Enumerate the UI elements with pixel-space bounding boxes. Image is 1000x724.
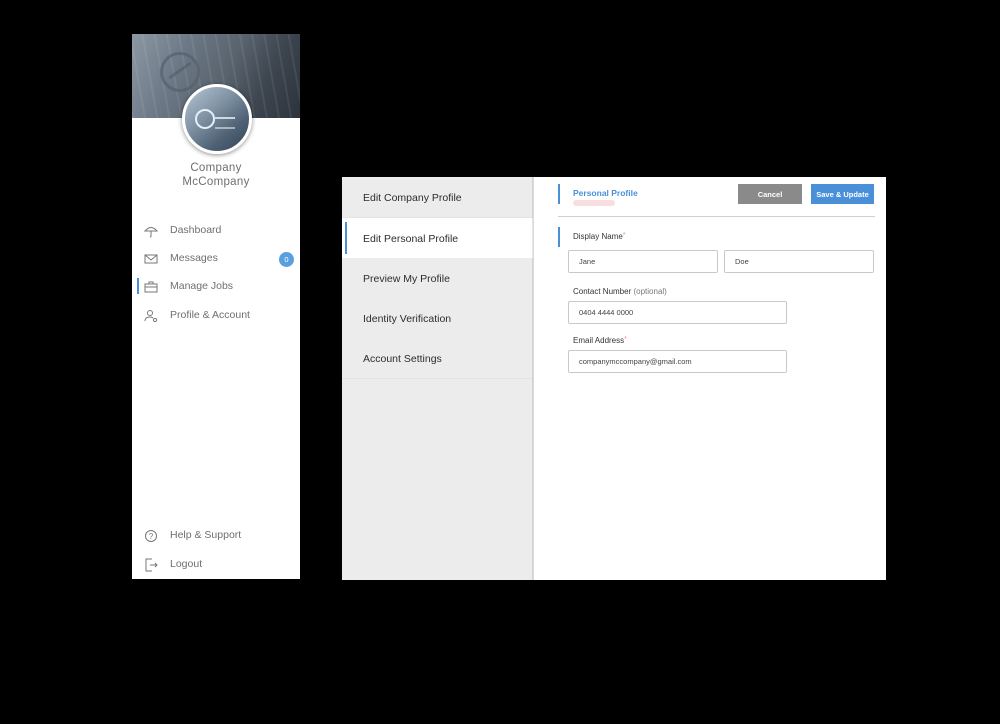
avatar-logo-icon [195, 109, 215, 129]
display-name-accent-bar [558, 227, 560, 247]
email-address-label-text: Email Address [573, 336, 625, 345]
required-mark: * [624, 336, 627, 343]
avatar-logo-text [215, 117, 235, 129]
section-accent-bar [558, 184, 560, 204]
nav-item-messages[interactable]: Messages 0 [132, 248, 300, 270]
menu-item-edit-personal-profile[interactable]: Edit Personal Profile [342, 218, 533, 259]
svg-text:?: ? [149, 532, 154, 541]
contact-number-label: Contact Number (optional) [573, 287, 667, 296]
company-name-line1: Company [190, 162, 242, 174]
last-name-input[interactable] [724, 250, 874, 273]
messages-count-badge: 0 [279, 252, 294, 267]
logout-icon [145, 558, 158, 572]
nav-item-dashboard[interactable]: Dashboard [132, 220, 300, 242]
menu-item-identity-verification[interactable]: Identity Verification [342, 298, 533, 339]
company-name-line2: McCompany [182, 176, 250, 188]
user-settings-icon [144, 310, 158, 323]
help-icon: ? [145, 530, 157, 542]
nav-item-profile-account[interactable]: Profile & Account [132, 305, 300, 327]
nav-item-manage-jobs[interactable]: Manage Jobs [132, 276, 300, 298]
menu-item-label: Edit Personal Profile [363, 233, 459, 245]
cover-logo-icon [160, 52, 200, 92]
contact-number-input[interactable] [568, 301, 787, 324]
email-address-label: Email Address* [573, 336, 627, 345]
save-update-button[interactable]: Save & Update [811, 184, 874, 204]
menu-item-label: Account Settings [363, 353, 442, 365]
nav-label: Logout [170, 558, 203, 570]
menu-item-label: Edit Company Profile [363, 192, 462, 204]
umbrella-icon [144, 227, 158, 238]
briefcase-icon [144, 281, 158, 293]
avatar[interactable] [182, 84, 252, 154]
first-name-input[interactable] [568, 250, 718, 273]
menu-item-label: Preview My Profile [363, 273, 450, 285]
nav-label: Profile & Account [170, 309, 250, 321]
header-divider [558, 216, 875, 217]
display-name-label-text: Display Name [573, 232, 623, 241]
section-title: Personal Profile [573, 188, 638, 198]
nav-label: Messages [170, 252, 218, 264]
menu-item-preview-my-profile[interactable]: Preview My Profile [342, 258, 533, 299]
nav-item-logout[interactable]: Logout [132, 554, 300, 576]
optional-note: (optional) [633, 287, 667, 296]
nav-label: Dashboard [170, 224, 222, 236]
personal-profile-form: Personal Profile Cancel Save & Update Di… [534, 177, 886, 580]
section-subtitle-blurred [573, 200, 615, 206]
cancel-button[interactable]: Cancel [738, 184, 802, 204]
envelope-icon [144, 254, 158, 264]
company-name: Company McCompany [132, 161, 300, 189]
menu-item-label: Identity Verification [363, 313, 452, 325]
nav-item-help-support[interactable]: ? Help & Support [132, 525, 300, 547]
contact-number-label-text: Contact Number [573, 287, 632, 296]
sidebar: Company McCompany Dashboard Messages 0 M… [132, 34, 300, 579]
profile-menu: Edit Company Profile Edit Personal Profi… [342, 177, 534, 580]
required-mark: * [622, 232, 626, 239]
menu-item-account-settings[interactable]: Account Settings [342, 338, 533, 379]
nav-label: Manage Jobs [170, 280, 234, 292]
email-address-input[interactable] [568, 350, 787, 373]
nav-label: Help & Support [170, 529, 242, 541]
menu-item-edit-company-profile[interactable]: Edit Company Profile [342, 177, 533, 218]
display-name-label: Display Name* [573, 232, 626, 241]
